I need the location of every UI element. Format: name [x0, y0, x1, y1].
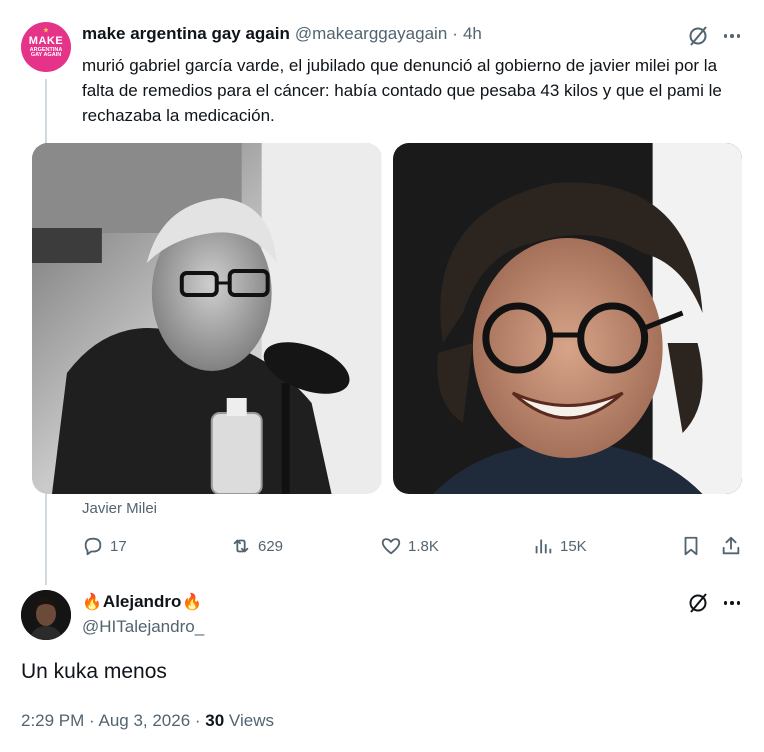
like-icon [381, 538, 401, 555]
repost-count: 629 [258, 537, 284, 555]
avatar-logo-text: MAKE [28, 34, 64, 47]
reply-icon [84, 537, 102, 556]
tweet-actions: 17 629 1.8K 15K [82, 535, 744, 561]
reply-views-count: 30 [205, 711, 225, 730]
bookmark-button[interactable] [680, 535, 702, 557]
reply-count: 17 [110, 537, 127, 555]
share-button[interactable] [720, 535, 742, 557]
fire-icon: 🔥 [82, 594, 102, 611]
views-count: 15K [560, 537, 587, 555]
more-icon[interactable] [720, 591, 744, 615]
reply-views-label: Views [224, 711, 274, 730]
tweet-header: make argentina gay again @makearggayagai… [82, 24, 482, 44]
reply-author-name-text: Alejandro [102, 592, 182, 611]
more-icon[interactable] [720, 24, 744, 48]
photo-elderly-man[interactable] [32, 143, 382, 494]
reply-avatar[interactable] [21, 590, 71, 640]
bookmark-icon [684, 536, 698, 556]
reply-button[interactable]: 17 [82, 535, 127, 557]
like-button[interactable]: 1.8K [380, 535, 439, 557]
avatar-logo-text: GAY AGAIN [30, 52, 62, 58]
author-handle[interactable]: @makearggayagain [295, 24, 447, 44]
views-icon [535, 539, 552, 554]
grok-icon[interactable] [686, 24, 710, 48]
reply-author-name[interactable]: 🔥 Alejandro 🔥 [82, 592, 202, 612]
fire-icon: 🔥 [182, 594, 203, 611]
repost-button[interactable]: 629 [230, 535, 283, 557]
repost-icon [233, 539, 249, 553]
star-icon: ★ [43, 28, 49, 34]
tweet-time[interactable]: 4h [463, 24, 482, 44]
reply-meta: 2:29 PM · Aug 3, 2026 · 30 Views [21, 711, 274, 731]
reply-handle[interactable]: @HITalejandro_ [82, 617, 204, 637]
author-avatar[interactable]: ★ MAKE ARGENTINA GAY AGAIN [21, 22, 71, 72]
separator-dot: · [452, 24, 458, 43]
tweet-text: murió gabriel garcía varde, el jubilado … [82, 56, 722, 125]
views-button[interactable]: 15K [532, 535, 587, 557]
media-caption: Javier Milei [82, 500, 158, 517]
reply-timestamp[interactable]: 2:29 PM · Aug 3, 2026 · [21, 711, 205, 730]
media-grid[interactable] [32, 143, 742, 494]
reply-text: Un kuka menos [21, 660, 167, 683]
grok-icon[interactable] [686, 591, 710, 615]
photo-javier-milei[interactable] [392, 143, 742, 494]
share-icon [722, 536, 740, 555]
author-name[interactable]: make argentina gay again [82, 24, 290, 44]
like-count: 1.8K [408, 537, 439, 555]
